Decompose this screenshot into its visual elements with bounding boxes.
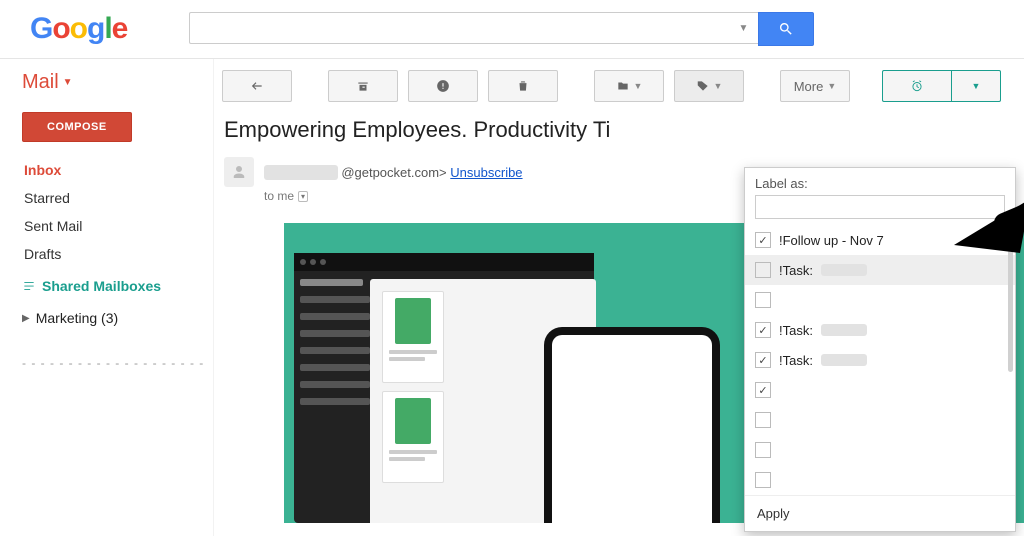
recipients-expand-icon[interactable]: ▾ <box>298 191 308 202</box>
from-text: ████████ @getpocket.com> Unsubscribe <box>264 165 523 180</box>
search-input[interactable] <box>194 19 732 38</box>
search-dropdown-caret[interactable]: ▼ <box>732 23 754 34</box>
label-option[interactable] <box>745 465 1015 495</box>
moveto-button[interactable]: ▼ <box>594 70 664 102</box>
tag-icon <box>696 79 710 93</box>
label-apply-button[interactable]: Apply <box>745 495 1015 531</box>
chevron-down-icon: ▼ <box>63 77 73 88</box>
search-icon <box>778 21 794 37</box>
checkbox-icon <box>755 382 771 398</box>
label-option-text: !Follow up - Nov 7 <box>779 233 884 248</box>
sidebar-item-drafts[interactable]: Drafts <box>22 240 205 268</box>
triangle-right-icon: ▶ <box>22 313 30 324</box>
checkbox-icon <box>755 232 771 248</box>
redacted-text <box>821 354 867 366</box>
label-option-text: !Task: <box>779 353 813 368</box>
checkbox-icon <box>755 352 771 368</box>
checkbox-icon <box>755 322 771 338</box>
label-option[interactable]: !Task: <box>745 345 1015 375</box>
snooze-button[interactable] <box>882 70 951 102</box>
back-button[interactable] <box>222 70 292 102</box>
checkbox-icon <box>755 292 771 308</box>
sidebar-divider: - - - - - - - - - - - - - - - - - - - - <box>22 356 205 370</box>
chevron-down-icon: ▼ <box>827 81 836 91</box>
google-logo: Google <box>30 12 127 46</box>
toolbar: ▼ ▼ More▼ ▼ <box>214 59 1024 113</box>
snooze-split-button: ▼ <box>882 70 1001 102</box>
checkbox-icon <box>755 442 771 458</box>
search-button[interactable] <box>758 12 814 46</box>
redacted-text <box>821 264 867 276</box>
person-icon <box>230 163 248 181</box>
redacted-sender-name: ████████ <box>264 165 338 180</box>
unsubscribe-link[interactable]: Unsubscribe <box>450 165 522 180</box>
avatar <box>224 157 254 187</box>
label-as-menu: Label as: !Follow up - Nov 7 !Task: !Task:… <box>744 167 1016 532</box>
label-option[interactable] <box>745 405 1015 435</box>
archive-button[interactable] <box>328 70 398 102</box>
compose-button[interactable]: COMPOSE <box>22 112 132 142</box>
search-box[interactable]: ▼ <box>189 12 758 44</box>
spam-button[interactable] <box>408 70 478 102</box>
shared-icon <box>22 279 36 293</box>
email-subject: Empowering Employees. Productivity Ti <box>214 113 1024 153</box>
folder-icon <box>616 79 630 93</box>
promo-phone-mock <box>544 327 720 523</box>
label-menu-scrollbar[interactable] <box>1008 232 1013 372</box>
label-option[interactable]: !Task: <box>745 255 1015 285</box>
app-header: Google ▼ <box>0 0 1024 59</box>
back-arrow-icon <box>250 79 264 93</box>
chevron-down-icon: ▼ <box>972 81 981 91</box>
sidebar-item-starred[interactable]: Starred <box>22 184 205 212</box>
delete-button[interactable] <box>488 70 558 102</box>
sidebar: Mail ▼ COMPOSE Inbox Starred Sent Mail D… <box>0 59 214 536</box>
label-option[interactable] <box>745 285 1015 315</box>
sidebar-item-shared-mailboxes[interactable]: Shared Mailboxes <box>22 268 205 304</box>
redacted-text <box>821 324 867 336</box>
chevron-down-icon: ▼ <box>714 81 723 91</box>
chevron-down-icon: ▼ <box>634 81 643 91</box>
main-content: ▼ ▼ More▼ ▼ Empowering Employees. Produc… <box>214 59 1024 536</box>
snooze-caret-button[interactable]: ▼ <box>951 70 1001 102</box>
spam-icon <box>436 79 450 93</box>
label-option-text: !Task: <box>779 263 813 278</box>
checkbox-icon <box>755 412 771 428</box>
sidebar-item-inbox[interactable]: Inbox <box>22 156 205 184</box>
search-bar: ▼ <box>189 12 814 46</box>
sidebar-item-sent[interactable]: Sent Mail <box>22 212 205 240</box>
label-menu-title: Label as: <box>745 168 1015 195</box>
label-option[interactable]: !Task: <box>745 315 1015 345</box>
label-search-input[interactable] <box>755 195 1005 219</box>
checkbox-icon <box>755 262 771 278</box>
more-button[interactable]: More▼ <box>780 70 850 102</box>
sidebar-item-marketing[interactable]: ▶ Marketing (3) <box>22 304 205 332</box>
label-option-text: !Task: <box>779 323 813 338</box>
clock-icon <box>910 79 924 93</box>
label-option[interactable] <box>745 375 1015 405</box>
labels-button[interactable]: ▼ <box>674 70 744 102</box>
trash-icon <box>516 79 530 93</box>
mail-label: Mail <box>22 71 59 94</box>
label-option[interactable] <box>745 435 1015 465</box>
checkbox-icon <box>755 472 771 488</box>
label-option[interactable]: !Follow up - Nov 7 <box>745 225 1015 255</box>
archive-icon <box>356 79 370 93</box>
mail-switcher[interactable]: Mail ▼ <box>22 71 205 94</box>
